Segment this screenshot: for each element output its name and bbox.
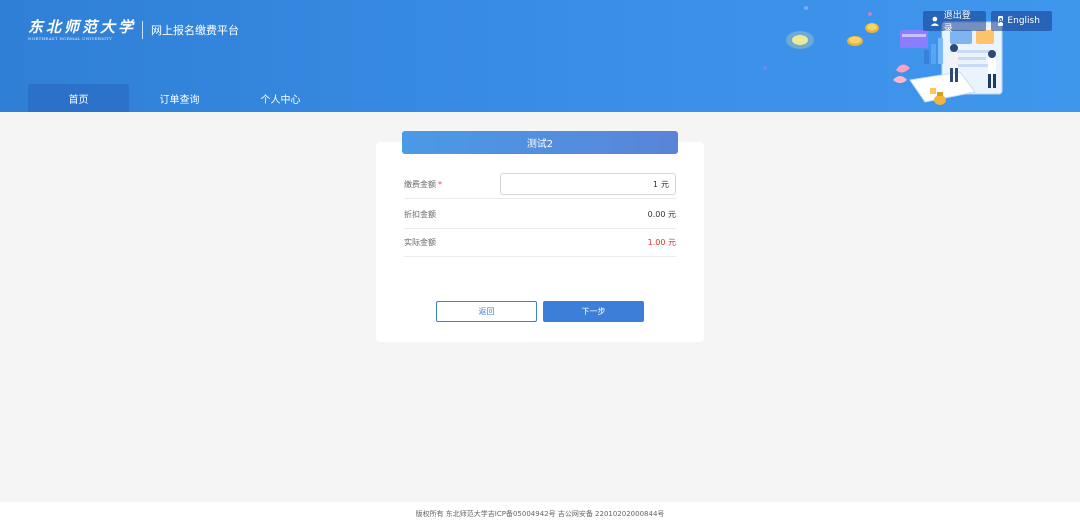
amount-row: 缴费金额 * 1 元 (404, 170, 676, 199)
logout-button[interactable]: 退出登录 (923, 11, 986, 34)
actual-amount-label: 实际金额 (404, 238, 436, 247)
platform-title: 网上报名缴费平台 (151, 24, 240, 37)
nav-item-personal-center[interactable]: 个人中心 (230, 84, 331, 112)
amount-label: 缴费金额 * (404, 179, 442, 189)
language-switch-button[interactable]: A English (991, 11, 1052, 31)
nav-item-order-query[interactable]: 订单查询 (129, 84, 230, 112)
main-nav: 首页 订单查询 个人中心 (28, 84, 331, 112)
logo-english-name: NORTHEAST NORMAL UNIVERSITY (28, 36, 113, 41)
amount-value: 1 (652, 179, 658, 189)
logo-separator (142, 21, 144, 39)
nav-item-label: 首页 (68, 94, 89, 106)
logout-label: 退出登录 (943, 11, 971, 34)
chevron-down-icon (1044, 20, 1045, 22)
discount-value: 0.00 元 (647, 210, 676, 219)
actual-amount-row: 实际金额 1.00 元 (404, 229, 676, 257)
user-icon (930, 16, 939, 26)
header: 东北师范大学 NORTHEAST NORMAL UNIVERSITY 网上报名缴… (0, 0, 1080, 112)
next-step-button[interactable]: 下一步 (543, 301, 644, 322)
panel-title: 测试2 (402, 131, 678, 154)
discount-label: 折扣金额 (404, 210, 436, 219)
logo-chinese-name: 东北师范大学 (28, 18, 137, 36)
copyright-text: 版权所有 东北师范大学吉ICP备05004942号 吉公网安备 22010202… (415, 510, 665, 518)
language-label: English (1007, 16, 1040, 26)
logo-mark: 东北师范大学 NORTHEAST NORMAL UNIVERSITY (28, 18, 136, 42)
amount-input[interactable]: 1 元 (500, 173, 676, 195)
nav-item-label: 订单查询 (159, 94, 200, 106)
amount-unit: 元 (661, 179, 669, 189)
language-icon: A (998, 16, 1004, 26)
university-logo[interactable]: 东北师范大学 NORTHEAST NORMAL UNIVERSITY 网上报名缴… (28, 18, 239, 42)
discount-row: 折扣金额 0.00 元 (404, 201, 676, 229)
back-button[interactable]: 返回 (436, 301, 537, 322)
nav-item-label: 个人中心 (260, 94, 301, 106)
actual-amount-value: 1.00 元 (647, 238, 676, 247)
required-mark: * (438, 179, 442, 189)
footer: 版权所有 东北师范大学吉ICP备05004942号 吉公网安备 22010202… (0, 502, 1080, 526)
nav-item-home[interactable]: 首页 (28, 84, 129, 112)
